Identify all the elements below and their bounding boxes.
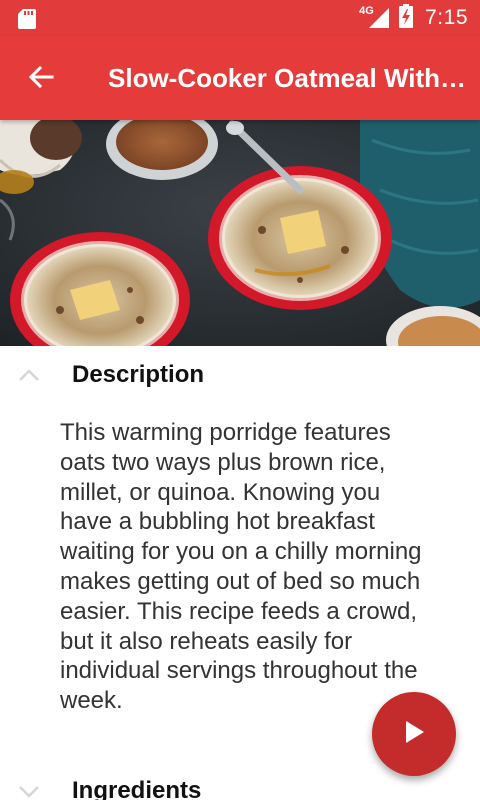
network-type-label: 4G (359, 5, 374, 17)
description-section-header[interactable]: Description (0, 346, 480, 404)
battery-icon (399, 3, 414, 33)
app-bar: Slow-Cooker Oatmeal With Steel-Cut Oats … (0, 36, 480, 120)
chevron-down-icon (18, 784, 40, 798)
status-time: 7:15 (425, 6, 468, 29)
status-bar: 4G 7:15 (0, 0, 480, 36)
back-button[interactable] (20, 58, 62, 100)
ingredients-heading: Ingredients (72, 777, 202, 800)
signal-icon: 4G (359, 5, 391, 30)
page-title: Slow-Cooker Oatmeal With Steel-Cut Oats … (108, 63, 468, 93)
recipe-detail-screen: 4G 7:15 Slow-Cooker Oatmeal With Steel-C… (0, 0, 480, 800)
play-button[interactable] (372, 692, 456, 776)
play-icon (402, 719, 426, 750)
description-body: This warming porridge features oats two … (60, 419, 422, 715)
chevron-up-icon (18, 368, 40, 382)
recipe-photo (0, 120, 480, 346)
status-icons: 4G 7:15 (359, 0, 468, 36)
sd-card-icon (18, 9, 36, 34)
description-heading: Description (72, 361, 205, 388)
arrow-back-icon (28, 65, 54, 94)
